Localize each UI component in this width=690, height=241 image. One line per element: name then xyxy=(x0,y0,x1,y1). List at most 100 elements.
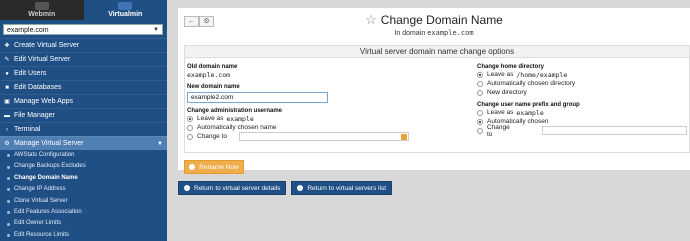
tab-webmin-label: Webmin xyxy=(28,11,56,18)
sidebar-item-label: Terminal xyxy=(14,125,41,133)
rename-now-button[interactable]: Rename Now xyxy=(184,160,244,174)
subtitle-prefix: In domain xyxy=(394,30,426,37)
submenu-item-change-domain-name[interactable]: Change Domain Name xyxy=(0,173,167,184)
option-value: example xyxy=(516,108,544,117)
radio-button[interactable] xyxy=(187,115,193,122)
page-header: ☆ Change Domain Name In domain example.c… xyxy=(178,12,690,37)
new-domain-input[interactable]: example2.com xyxy=(187,92,328,103)
radio-button[interactable] xyxy=(477,89,483,96)
submenu-item-label: Change IP Address xyxy=(14,186,66,193)
domain-select-value: example.com xyxy=(7,27,49,34)
old-domain-label: Old domain name xyxy=(187,64,238,70)
radio-button[interactable] xyxy=(477,71,483,78)
submenu-item-clone-virtual-server[interactable]: Clone Virtual Server xyxy=(0,196,167,207)
users-icon: ● xyxy=(5,70,9,77)
tab-webmin[interactable]: Webmin xyxy=(0,0,84,20)
edit-icon: ✎ xyxy=(4,56,10,63)
admin-username-leave-option[interactable]: Leave as example xyxy=(187,114,472,123)
apps-icon: ▣ xyxy=(4,98,10,105)
submenu-item-label: Edit Owner Limits xyxy=(14,220,62,227)
submenu-item-change-ip-address[interactable]: Change IP Address xyxy=(0,184,167,195)
arrow-left-icon: ← xyxy=(184,185,190,191)
user-picker-icon[interactable] xyxy=(401,134,407,140)
footer-buttons: ← Return to virtual server details ← Ret… xyxy=(178,181,397,195)
submenu-item-label: AWStats Configuration xyxy=(14,152,75,158)
tab-virtualmin[interactable]: Virtualmin xyxy=(83,0,167,20)
gears-icon: ⚙ xyxy=(4,140,10,147)
sidebar-item-label: File Manager xyxy=(14,111,55,119)
rename-now-label: Rename Now xyxy=(199,163,239,171)
home-dir-auto-option[interactable]: Automatically chosen directory xyxy=(477,79,687,88)
chevron-down-icon: ▼ xyxy=(157,140,163,147)
sidebar-item-label: Create Virtual Server xyxy=(14,41,80,49)
page-subtitle: In domain example.com xyxy=(178,29,690,37)
submenu-item-label: Clone Virtual Server xyxy=(14,197,68,204)
prefix-change-option[interactable]: Change to xyxy=(477,123,687,138)
sidebar-item-edit-users[interactable]: ● Edit Users xyxy=(0,66,167,80)
page-title: ☆ Change Domain Name xyxy=(365,12,503,28)
submenu-item-change-backups-excludes[interactable]: Change Backups Excludes xyxy=(0,161,167,172)
option-label: Automatically chosen directory xyxy=(487,80,576,87)
radio-button[interactable] xyxy=(477,118,483,125)
sidebar-item-manage-virtual-server[interactable]: ⚙ Manage Virtual Server ▼ xyxy=(0,136,167,150)
return-to-list-label: Return to virtual servers list xyxy=(307,184,387,192)
radio-button[interactable] xyxy=(187,124,193,131)
option-label: Leave as xyxy=(197,115,224,122)
bullet-icon xyxy=(7,211,10,215)
sidebar: Webmin Virtualmin example.com ▼ ✚ Create… xyxy=(0,0,167,241)
submenu-item-awstats-configuration[interactable]: AWStats Configuration xyxy=(0,150,167,161)
admin-username-auto-option[interactable]: Automatically chosen name xyxy=(187,123,472,132)
return-to-list-button[interactable]: ← Return to virtual servers list xyxy=(291,181,393,195)
star-icon[interactable]: ☆ xyxy=(365,12,377,28)
sidebar-item-create-virtual-server[interactable]: ✚ Create Virtual Server xyxy=(0,38,167,52)
option-value: /home/example xyxy=(516,70,568,79)
option-value: example xyxy=(226,114,254,123)
folder-icon: ▬ xyxy=(4,112,10,119)
arrow-left-icon: ← xyxy=(297,185,304,191)
domain-change-form: Virtual server domain name change option… xyxy=(184,45,690,153)
submenu-item-label: Change Domain Name xyxy=(14,174,78,181)
new-domain-label: New domain name xyxy=(187,84,240,90)
submenu-item-edit-features-association[interactable]: Edit Features Association xyxy=(0,207,167,218)
return-to-details-label: Return to virtual server details xyxy=(194,184,281,192)
admin-username-input[interactable] xyxy=(239,132,409,141)
sidebar-item-file-manager[interactable]: ▬ File Manager xyxy=(0,108,167,122)
radio-button[interactable] xyxy=(477,80,483,87)
radio-button[interactable] xyxy=(477,109,483,116)
radio-button[interactable] xyxy=(477,127,483,134)
sidebar-item-edit-virtual-server[interactable]: ✎ Edit Virtual Server xyxy=(0,52,167,66)
webmin-logo-icon xyxy=(34,2,49,10)
form-heading: Virtual server domain name change option… xyxy=(185,46,689,58)
option-label: Change to xyxy=(197,133,227,140)
subtitle-domain: example.com xyxy=(427,29,474,37)
submenu-item-label: Edit Resource Limits xyxy=(14,231,70,238)
domain-select[interactable]: example.com ▼ xyxy=(3,24,163,35)
submenu-item-edit-owner-limits[interactable]: Edit Owner Limits xyxy=(0,218,167,229)
home-dir-leave-option[interactable]: Leave as /home/example xyxy=(477,70,687,79)
terminal-icon: › xyxy=(6,126,8,133)
option-label: Leave as xyxy=(487,71,514,78)
bullet-icon xyxy=(7,199,10,203)
return-to-details-button[interactable]: ← Return to virtual server details xyxy=(178,181,287,195)
sidebar-item-manage-web-apps[interactable]: ▣ Manage Web Apps xyxy=(0,94,167,108)
bullet-icon xyxy=(7,222,10,226)
prefix-leave-option[interactable]: Leave as example xyxy=(477,108,687,117)
admin-username-change-option[interactable]: Change to xyxy=(187,132,472,141)
bullet-icon xyxy=(7,154,10,158)
sidebar-item-terminal[interactable]: › Terminal xyxy=(0,122,167,136)
home-dir-new-option[interactable]: New directory xyxy=(477,88,687,97)
bullet-icon xyxy=(7,165,10,169)
form-right-column: Change home directory Leave as /home/exa… xyxy=(477,59,687,138)
chevron-down-icon: ▼ xyxy=(153,27,159,33)
sidebar-item-edit-databases[interactable]: ■ Edit Databases xyxy=(0,80,167,94)
sidebar-item-label: Manage Virtual Server xyxy=(14,139,84,147)
option-label: New directory xyxy=(487,89,527,96)
plus-icon: ✚ xyxy=(4,42,10,49)
prefix-input[interactable] xyxy=(542,126,687,135)
option-label: Leave as xyxy=(487,109,514,116)
old-domain-value: example.com xyxy=(187,71,231,79)
radio-button[interactable] xyxy=(187,133,193,140)
option-label: Automatically chosen name xyxy=(197,124,277,131)
option-label: Change to xyxy=(487,123,510,138)
submenu-item-edit-resource-limits[interactable]: Edit Resource Limits xyxy=(0,230,167,241)
